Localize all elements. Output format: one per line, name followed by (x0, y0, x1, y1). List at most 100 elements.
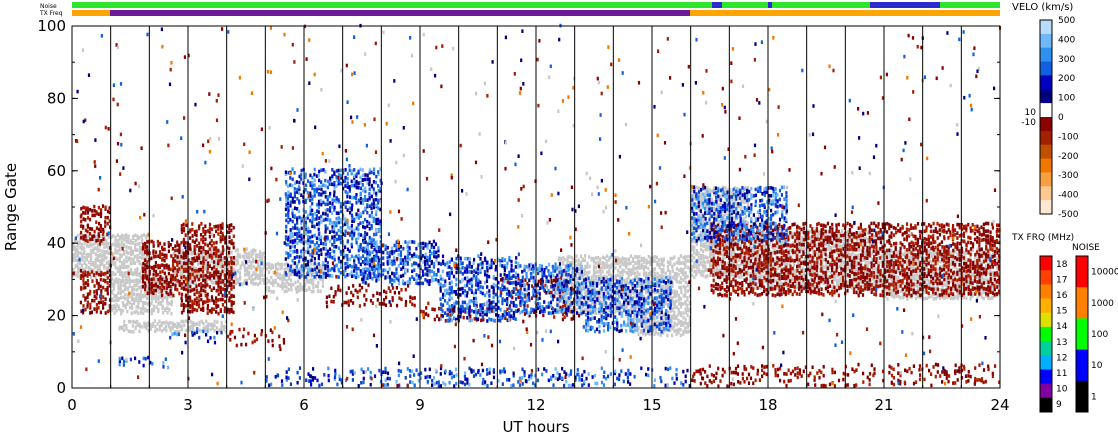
scatter-cell (669, 260, 672, 265)
scatter-cell (803, 246, 806, 250)
scatter-cell (671, 296, 674, 300)
scatter-cell (72, 253, 75, 257)
scatter-cell (182, 280, 185, 284)
scatter-cell (706, 186, 709, 190)
scatter-cell (153, 308, 156, 312)
scatter-cell (99, 277, 102, 282)
scatter-cell (675, 278, 678, 282)
scatter-cell (93, 307, 96, 311)
scatter-cell (276, 271, 279, 276)
scatter-cell (162, 321, 166, 325)
scatter-cell (171, 282, 175, 287)
scatter-cell (873, 266, 876, 271)
scatter-cell (167, 244, 170, 249)
scatter-cell (82, 271, 85, 275)
scatter-cell (202, 269, 205, 274)
scatter-cell (702, 254, 705, 258)
scatter-cell (677, 312, 680, 317)
scatter-cell (704, 264, 707, 269)
scatter-cell (636, 255, 639, 259)
scatter-cell (154, 264, 157, 269)
scatter-cell (627, 270, 630, 275)
scatter-cell (202, 278, 205, 282)
scatter-cell (283, 289, 286, 294)
scatter-cell (84, 218, 87, 222)
scatter-cell (686, 303, 689, 308)
scatter-cell (212, 286, 215, 290)
scatter-cell (230, 228, 233, 233)
scatter-cell (248, 251, 251, 256)
scatter-cell (268, 286, 271, 290)
scatter-cell (218, 328, 221, 333)
scatter-cell (152, 288, 155, 293)
scatter-cell (86, 279, 89, 283)
scatter-cell (695, 270, 698, 274)
scatter-cell (95, 289, 98, 293)
scatter-cell (686, 313, 689, 317)
scatter-cell (120, 271, 123, 275)
scatter-cell (193, 245, 196, 249)
scatter-cell (679, 267, 683, 272)
scatter-cell (96, 254, 99, 258)
scatter-cell (684, 290, 687, 295)
scatter-cell (167, 321, 170, 326)
scatter-cell (232, 245, 235, 250)
scatter-cell (588, 264, 591, 269)
scatter-cell (159, 281, 162, 285)
scatter-cell (185, 319, 188, 323)
scatter-cell (629, 293, 632, 298)
scatter-cell (84, 234, 87, 238)
scatter-cell (95, 210, 98, 214)
scatter-cell (217, 288, 220, 292)
scatter-cell (95, 220, 98, 224)
scatter-cell (684, 326, 687, 330)
scatter-cell (642, 260, 646, 264)
scatter-cell (106, 215, 109, 220)
scatter-cell (206, 261, 209, 265)
scatter-cell (90, 248, 93, 253)
scatter-cell (738, 264, 741, 268)
scatter-cell (81, 263, 84, 268)
scatter-cell (150, 311, 153, 316)
scatter-cell (180, 327, 183, 332)
scatter-cell (178, 247, 181, 251)
scatter-cell (136, 254, 139, 258)
scatter-cell (679, 327, 682, 332)
scatter-cell (278, 263, 281, 267)
scatter-cell (682, 260, 685, 265)
scatter-cell (171, 263, 175, 267)
scatter-cell (679, 301, 682, 306)
scatter-cell (202, 259, 205, 264)
scatter-cell (165, 282, 168, 286)
scatter-cell (639, 329, 642, 333)
scatter-cell (199, 307, 203, 312)
scatter-cell (599, 257, 602, 261)
scatter-cell (178, 260, 181, 265)
scatter-cell (165, 328, 168, 333)
scatter-cell (202, 284, 205, 288)
scatter-cell (708, 254, 712, 259)
scatter-cell (621, 256, 624, 260)
scatter-cell (590, 275, 593, 280)
scatter-cell (682, 267, 685, 272)
scatter-cell (155, 305, 158, 309)
plot-area: 0 3 6 9 12 15 18 21 24 020406080100 UT hours Ran… (2, 17, 1010, 435)
scatter-cell (682, 271, 685, 275)
scatter-cell (655, 255, 658, 260)
scatter-cell (580, 260, 583, 265)
scatter-cell (124, 292, 127, 297)
scatter-cell (176, 273, 179, 278)
scatter-cell (621, 262, 624, 266)
scatter-cell (183, 261, 186, 266)
scatter-cell (281, 283, 284, 288)
scatter-cell (686, 308, 690, 313)
scatter-cell (86, 206, 89, 211)
scatter-cell (210, 239, 213, 243)
scatter-cell (228, 275, 231, 280)
scatter-cell (234, 281, 237, 285)
scatter-cell (80, 206, 83, 211)
scatter-cell (161, 257, 164, 261)
scatter-cell (89, 207, 92, 212)
scatter-cell (204, 278, 207, 282)
scatter-cell (658, 262, 661, 267)
